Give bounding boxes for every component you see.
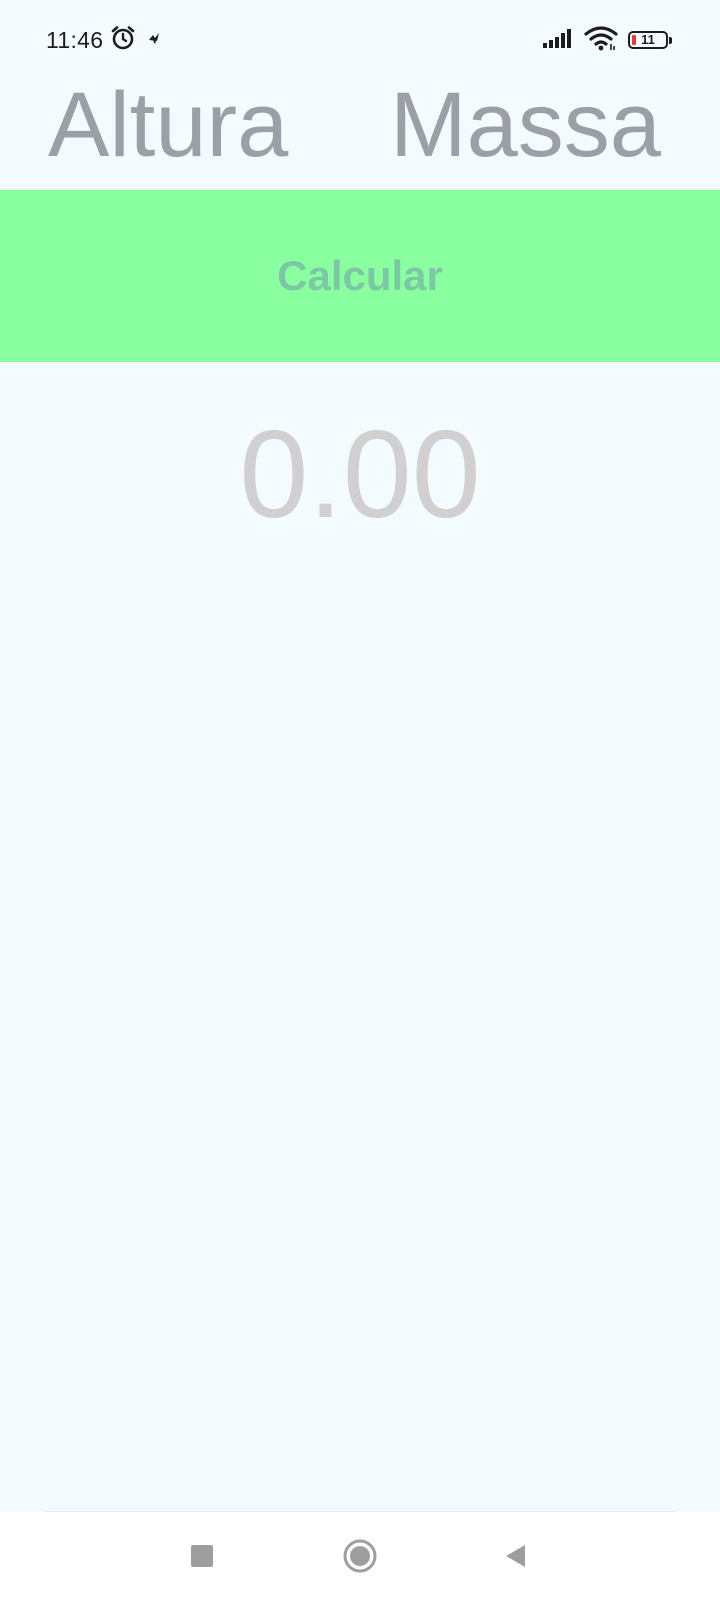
status-time: 11:46 — [46, 26, 104, 53]
calculate-button[interactable]: Calcular — [0, 190, 720, 362]
status-bar: 11:46 11 — [0, 0, 720, 80]
battery-level: 11 — [641, 32, 655, 47]
navigation-bar — [0, 1512, 720, 1600]
mass-input[interactable] — [390, 70, 680, 180]
battery-icon: 11 — [628, 31, 672, 49]
status-left: 11:46 — [46, 24, 165, 56]
signal-icon — [542, 27, 574, 54]
back-icon — [503, 1543, 529, 1574]
height-input[interactable] — [48, 70, 348, 180]
home-button[interactable] — [336, 1534, 384, 1582]
recents-button[interactable] — [178, 1534, 226, 1582]
back-button[interactable] — [492, 1534, 540, 1582]
bmi-result: 0.00 — [239, 406, 481, 544]
status-right: 11 — [542, 24, 672, 56]
notification-icon — [143, 27, 165, 54]
inputs-row — [0, 70, 720, 180]
alarm-icon — [109, 24, 137, 57]
calculate-button-label: Calcular — [277, 252, 443, 299]
recents-icon — [190, 1544, 214, 1573]
home-icon — [342, 1538, 378, 1579]
wifi-icon — [584, 25, 618, 56]
